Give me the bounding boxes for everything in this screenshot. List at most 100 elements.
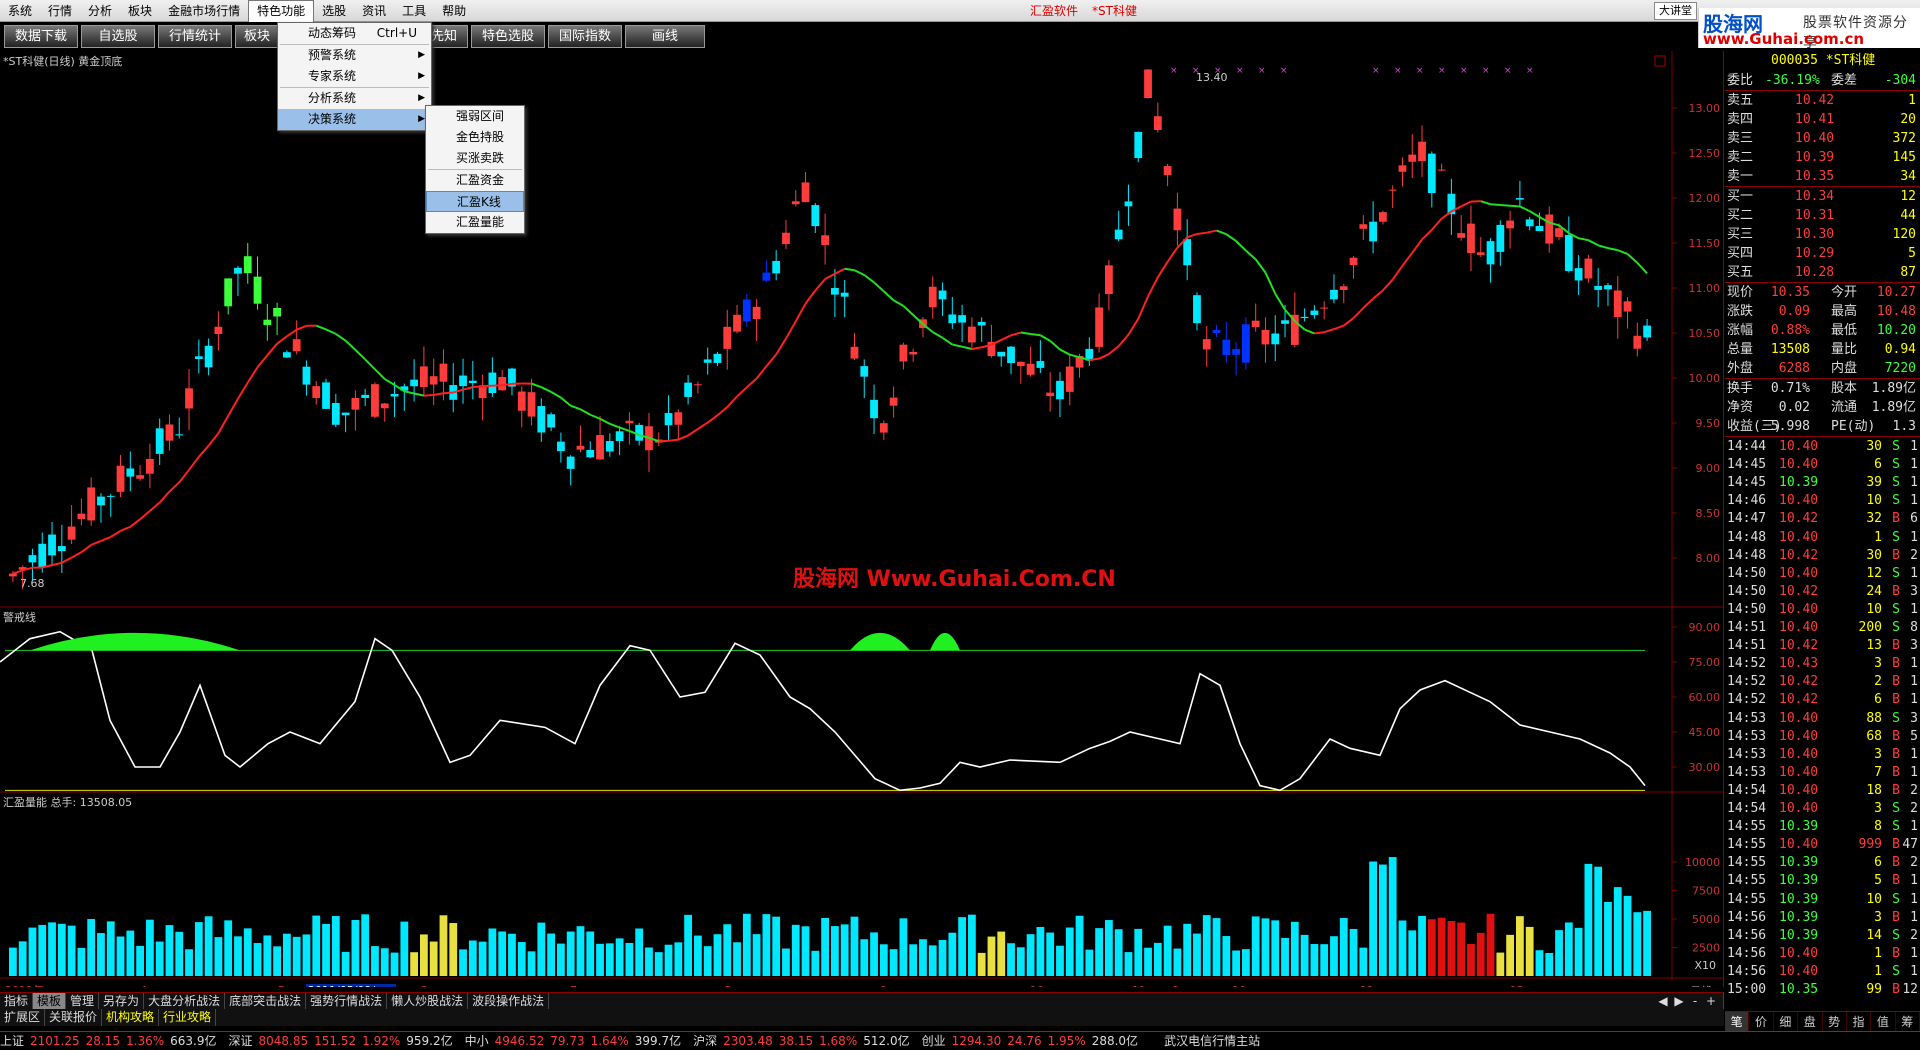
candle-body xyxy=(78,514,86,519)
submenu-strong-weak-range[interactable]: 强弱区间 xyxy=(426,106,524,127)
extension-tab-2[interactable]: 机构攻略 xyxy=(102,1009,159,1026)
template-tab-7[interactable]: 懒人炒股战法 xyxy=(387,993,468,1009)
submenu-huiying-kline[interactable]: 汇盈K线 xyxy=(426,191,524,212)
template-tab-6[interactable]: 强势行情战法 xyxy=(306,993,387,1009)
volume-bar xyxy=(459,949,467,976)
menu-stock-select[interactable]: 选股 xyxy=(314,0,354,22)
chart-area[interactable]: 13.0012.5012.0011.5011.0010.5010.009.509… xyxy=(0,51,1724,987)
index-quote[interactable]: 中小4946.5279.731.64%399.7亿 xyxy=(465,1034,687,1048)
menu-info[interactable]: 资讯 xyxy=(354,0,394,22)
template-tab-2[interactable]: 管理 xyxy=(66,993,99,1009)
ma-line-segment xyxy=(894,300,904,305)
chart-canvas[interactable]: 13.0012.5012.0011.5011.0010.5010.009.509… xyxy=(0,51,1724,987)
candle-body xyxy=(880,423,888,432)
extension-tab-1[interactable]: 关联报价 xyxy=(45,1009,102,1026)
menu-item-analysis-system[interactable]: 分析系统▶ xyxy=(278,88,431,109)
tick-side: S xyxy=(1892,455,1900,474)
zoom-out-icon[interactable]: - xyxy=(1687,993,1703,1009)
volume-bar xyxy=(1037,927,1045,976)
bid-row: 买五10.2887 xyxy=(1725,263,1920,282)
toolbar-market-stats[interactable]: 行情统计 xyxy=(158,25,232,48)
scroll-left-icon[interactable]: ◀ xyxy=(1655,993,1671,1009)
quote-tab-0[interactable]: 笔 xyxy=(1725,1012,1749,1031)
menu-system[interactable]: 系统 xyxy=(0,0,40,22)
candle-body xyxy=(1213,330,1221,333)
bid-volume: 87 xyxy=(1900,263,1916,282)
menu-finance-market[interactable]: 金融市场行情 xyxy=(160,0,248,22)
toolbar-special-select[interactable]: 特色选股 xyxy=(471,25,545,48)
quote-tab-7[interactable]: 筹 xyxy=(1896,1012,1920,1031)
volume-bar xyxy=(1252,916,1260,976)
candle-body xyxy=(1545,215,1553,244)
ma-line-segment xyxy=(845,269,855,271)
menu-item-decision-system[interactable]: 决策系统▶ xyxy=(278,109,431,130)
template-tab-0[interactable]: 指标 xyxy=(0,993,33,1009)
ma-line-segment xyxy=(1217,231,1227,235)
menu-help[interactable]: 帮助 xyxy=(434,0,474,22)
submenu-golden-hold[interactable]: 金色持股 xyxy=(426,127,524,148)
template-tab-4[interactable]: 大盘分析战法 xyxy=(144,993,225,1009)
menu-tools[interactable]: 工具 xyxy=(394,0,434,22)
lecture-button[interactable]: 大讲堂 xyxy=(1654,2,1697,20)
quote-tab-5[interactable]: 指 xyxy=(1847,1012,1871,1031)
template-tab-3[interactable]: 另存为 xyxy=(99,993,144,1009)
quote-tab-6[interactable]: 值 xyxy=(1871,1012,1895,1031)
tick-price: 10.39 xyxy=(1779,871,1818,890)
quote-tab-3[interactable]: 盘 xyxy=(1798,1012,1822,1031)
template-tab-1[interactable]: 模板 xyxy=(33,993,66,1009)
menu-quotes[interactable]: 行情 xyxy=(40,0,80,22)
candle-body xyxy=(1379,212,1387,222)
ma-line-segment xyxy=(1168,248,1178,262)
server-status[interactable]: 武汉电信行情主站 xyxy=(1164,1034,1260,1048)
candle-body xyxy=(459,376,467,387)
toolbar-intl-index[interactable]: 国际指数 xyxy=(548,25,622,48)
ma-line-segment xyxy=(1305,330,1315,334)
stat-value: 7220 xyxy=(1885,359,1916,378)
candle-body xyxy=(1526,219,1534,226)
extension-tab-3[interactable]: 行业攻略 xyxy=(159,1009,216,1026)
template-tab-5[interactable]: 底部突击战法 xyxy=(225,993,306,1009)
ind-tick-label: 30.00 xyxy=(1689,761,1721,774)
menu-special-features[interactable]: 特色功能 xyxy=(248,0,314,22)
scroll-right-icon[interactable]: ▶ xyxy=(1671,993,1687,1009)
toolbar-sector[interactable]: 板块 xyxy=(235,25,279,48)
toolbar-watchlist[interactable]: 自选股 xyxy=(81,25,155,48)
volume-bar xyxy=(1222,936,1230,976)
submenu-huiying-volume[interactable]: 汇盈量能 xyxy=(426,212,524,233)
extension-tab-0[interactable]: 扩展区 xyxy=(0,1009,45,1026)
price-tick-label: 9.50 xyxy=(1696,417,1721,430)
stat-row: 涨跌0.09最高10.48 xyxy=(1725,302,1920,321)
ma-line-segment xyxy=(1197,233,1207,234)
ask-label: 卖五 xyxy=(1727,91,1753,110)
index-quote[interactable]: 创业1294.3024.761.95%288.0亿 xyxy=(922,1034,1144,1048)
candle-body xyxy=(528,392,536,416)
ma-line-segment xyxy=(140,511,150,519)
ma-line-segment xyxy=(72,552,82,557)
tick-time: 14:48 xyxy=(1727,528,1766,547)
index-quote[interactable]: 沪深2303.4838.151.68%512.0亿 xyxy=(693,1034,915,1048)
menu-analysis[interactable]: 分析 xyxy=(80,0,120,22)
index-quote[interactable]: 深证8048.85151.521.92%959.2亿 xyxy=(228,1034,458,1048)
ma-line-segment xyxy=(1265,273,1275,294)
quote-tab-2[interactable]: 细 xyxy=(1774,1012,1798,1031)
menu-sector[interactable]: 板块 xyxy=(120,0,160,22)
quote-tab-4[interactable]: 势 xyxy=(1823,1012,1847,1031)
menu-item-expert-system[interactable]: 专家系统▶ xyxy=(278,66,431,87)
zoom-in-icon[interactable]: + xyxy=(1703,993,1719,1009)
index-change: 79.73 xyxy=(550,1034,584,1048)
ma-line-segment xyxy=(150,503,160,511)
volume-bar xyxy=(655,952,663,976)
ma-line-segment xyxy=(1060,350,1070,355)
candle-body xyxy=(1222,340,1230,355)
template-tab-8[interactable]: 波段操作战法 xyxy=(468,993,549,1009)
submenu-huiying-funds[interactable]: 汇盈资金 xyxy=(426,170,524,191)
index-amount: 512.0亿 xyxy=(863,1034,909,1048)
index-quote[interactable]: 上证2101.2528.151.36%663.9亿 xyxy=(0,1034,222,1048)
toolbar-draw-line[interactable]: 画线 xyxy=(625,25,705,48)
toolbar-data-download[interactable]: 数据下载 xyxy=(4,25,78,48)
submenu-buy-rise-sell-fall[interactable]: 买涨卖跌 xyxy=(426,148,524,169)
menu-item-alert-system[interactable]: 预警系统▶ xyxy=(278,45,431,66)
quote-tab-1[interactable]: 价 xyxy=(1749,1012,1773,1031)
tick-volume: 3 xyxy=(1874,799,1882,818)
menu-item-dynamic-chips[interactable]: 动态筹码Ctrl+U xyxy=(278,23,431,44)
